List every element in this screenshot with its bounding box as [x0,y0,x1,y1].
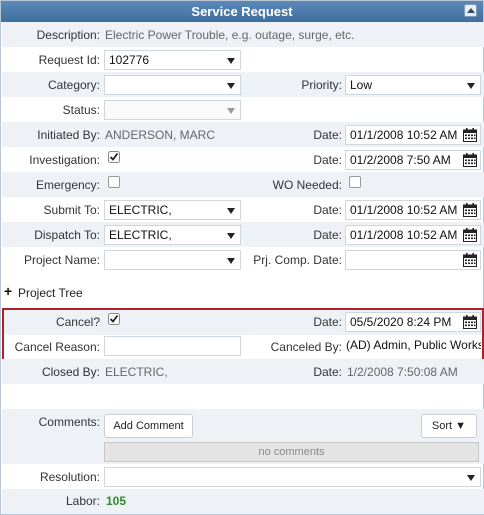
dispatch-to-select[interactable]: ELECTRIC, [104,225,241,245]
sort-label: Sort [431,420,453,432]
project-tree-row[interactable]: + Project Tree [2,281,484,303]
chevron-down-icon [467,475,475,481]
investigation-date-field[interactable]: 01/2/2008 7:50 AM [345,150,481,170]
submit-to-value: ELECTRIC, [109,203,172,217]
submit-date-value: 01/1/2008 10:52 AM [350,203,458,217]
chevron-down-icon [227,233,235,239]
calendar-icon[interactable] [463,128,477,142]
prj-comp-date-field[interactable] [345,250,481,270]
labor-label: Labor: [65,494,100,508]
status-row: Status: [2,97,484,122]
wo-needed-checkbox[interactable] [349,176,361,188]
calendar-icon[interactable] [463,253,477,267]
sort-button[interactable]: Sort ▼ [421,414,477,438]
submit-to-select[interactable]: ELECTRIC, [104,200,241,220]
add-comment-button[interactable]: Add Comment [104,414,193,438]
resolution-select[interactable] [104,467,481,487]
labor-row: Labor: 105 [2,489,484,514]
priority-value: Low [350,78,373,92]
project-name-row: Project Name: Prj. Comp. Date: [2,247,484,272]
chevron-down-icon [227,258,235,264]
labor-value: 105 [106,494,127,508]
initiated-by-label: Initiated By: [37,128,100,142]
chevron-down-icon [227,208,235,214]
spacer-row [2,384,484,409]
chevron-down-icon [227,108,235,114]
description-value: Electric Power Trouble, e.g. outage, sur… [105,28,355,42]
panel-header: Service Request [1,1,483,22]
collapse-icon[interactable] [464,4,477,17]
dispatch-to-label: Dispatch To: [34,228,100,242]
category-row: Category: Priority: Low [2,72,484,97]
comments-label: Comments: [38,415,100,429]
closed-by-value: ELECTRIC, [105,365,168,379]
calendar-icon[interactable] [463,153,477,167]
project-name-label: Project Name: [23,253,100,267]
initiated-date-label: Date: [313,128,342,142]
calendar-icon[interactable] [463,228,477,242]
status-select[interactable] [104,100,241,120]
panel-title: Service Request [191,4,293,19]
service-request-panel: Service Request Description: Electric Po… [0,0,484,515]
investigation-label: Investigation: [29,153,100,167]
project-name-select[interactable] [104,250,241,270]
description-label: Description: [36,28,100,42]
dispatch-date-field[interactable]: 01/1/2008 10:52 AM [345,225,481,245]
dispatch-date-value: 01/1/2008 10:52 AM [350,228,458,242]
emergency-checkbox[interactable] [108,176,120,188]
chevron-down-icon [227,83,235,89]
no-comments-placeholder: no comments [104,442,479,462]
priority-label: Priority: [301,78,342,92]
description-row: Description: Electric Power Trouble, e.g… [2,22,484,47]
expand-icon[interactable]: + [4,283,12,299]
closed-by-label: Closed By: [41,365,100,379]
check-icon [108,151,120,163]
investigation-row: Investigation: Date: 01/2/2008 7:50 AM [2,147,484,172]
closed-by-row: Closed By: ELECTRIC, Date: 1/2/2008 7:50… [2,359,484,384]
status-label: Status: [62,103,100,117]
request-id-label: Request Id: [38,53,100,67]
project-tree-label[interactable]: Project Tree [18,286,83,300]
calendar-icon[interactable] [463,203,477,217]
request-id-row: Request Id: 102776 [2,47,484,72]
submit-date-field[interactable]: 01/1/2008 10:52 AM [345,200,481,220]
dispatch-date-label: Date: [313,228,342,242]
prj-comp-date-label: Prj. Comp. Date: [253,253,342,267]
priority-select[interactable]: Low [345,75,481,95]
category-label: Category: [47,78,100,92]
emergency-label: Emergency: [35,178,100,192]
initiated-by-row: Initiated By: ANDERSON, MARC Date: 01/1/… [2,122,484,147]
cancel-section-highlight [2,308,484,362]
resolution-row: Resolution: [2,464,484,489]
dispatch-to-row: Dispatch To: ELECTRIC, Date: 01/1/2008 1… [2,222,484,247]
request-id-value: 102776 [109,53,150,67]
wo-needed-label: WO Needed: [272,178,342,192]
emergency-row: Emergency: WO Needed: [2,172,484,197]
chevron-down-icon [467,83,475,89]
initiated-by-value: ANDERSON, MARC [105,128,216,142]
sort-down-icon: ▼ [455,420,467,432]
resolution-label: Resolution: [39,470,100,484]
investigation-checkbox[interactable] [108,151,120,163]
submit-date-label: Date: [313,203,342,217]
dispatch-to-value: ELECTRIC, [109,228,172,242]
chevron-down-icon [227,58,235,64]
closed-date-value: 1/2/2008 7:50:08 AM [347,365,458,379]
submit-to-row: Submit To: ELECTRIC, Date: 01/1/2008 10:… [2,197,484,222]
investigation-date-value: 01/2/2008 7:50 AM [350,153,451,167]
category-select[interactable] [104,75,241,95]
initiated-date-value: 01/1/2008 10:52 AM [350,128,458,142]
comments-row: Comments: Add Comment Sort ▼ no comments [2,409,484,464]
closed-date-label: Date: [313,365,342,379]
investigation-date-label: Date: [313,153,342,167]
initiated-date-field[interactable]: 01/1/2008 10:52 AM [345,125,481,145]
submit-to-label: Submit To: [43,203,100,217]
request-id-select[interactable]: 102776 [104,50,241,70]
